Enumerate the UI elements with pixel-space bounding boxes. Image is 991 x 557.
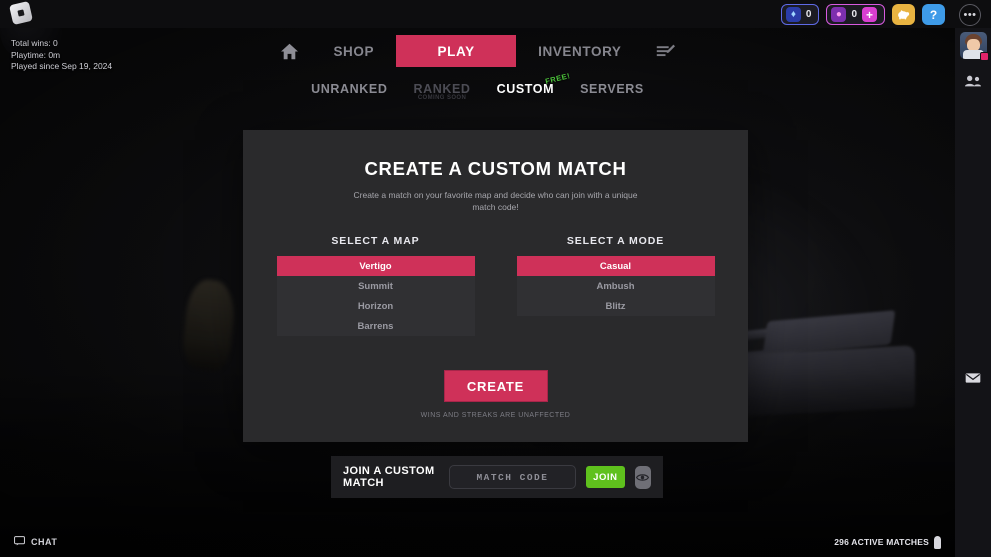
create-note: WINS AND STREAKS ARE UNAFFECTED [420, 412, 571, 419]
mode-option-blitz[interactable]: Blitz [517, 296, 715, 316]
question-mark-icon[interactable]: ? [922, 4, 945, 25]
active-matches-status: 296 ACTIVE MATCHES [834, 535, 941, 549]
subnav-label-servers: SERVERS [580, 82, 644, 96]
chat-button[interactable]: CHAT [14, 536, 57, 548]
main-navigation: SHOP PLAY INVENTORY [0, 28, 955, 74]
add-currency-button[interactable]: + [862, 7, 877, 22]
subnav-label-unranked: UNRANKED [311, 82, 388, 96]
avatar[interactable] [960, 32, 989, 61]
gem-icon: ♦ [785, 7, 801, 22]
selection-columns: SELECT A MAP Vertigo Summit Horizon Barr… [243, 235, 748, 336]
gem-currency-value: 0 [805, 9, 812, 20]
map-option-horizon[interactable]: Horizon [277, 296, 475, 316]
subnav-item-unranked[interactable]: UNRANKED [311, 82, 387, 96]
right-rail [955, 28, 991, 557]
game-screen: ♦ 0 ● 0 + ? ••• Total wins: 0 Playtime: … [0, 0, 991, 557]
map-section-header: SELECT A MAP [331, 235, 420, 247]
roblox-logo-icon[interactable] [9, 1, 33, 25]
piggy-bank-icon[interactable] [892, 4, 915, 25]
map-selection-column: SELECT A MAP Vertigo Summit Horizon Barr… [276, 235, 475, 336]
scene-prop-left [180, 277, 238, 373]
dialog-subtitle: Create a match on your favorite map and … [353, 190, 638, 212]
map-option-barrens[interactable]: Barrens [277, 316, 475, 336]
subnav-item-servers[interactable]: SERVERS [580, 82, 644, 96]
nav-item-play[interactable]: PLAY [396, 35, 517, 67]
friends-icon[interactable] [955, 68, 991, 94]
mode-selection-column: SELECT A MODE Casual Ambush Blitz [516, 235, 715, 336]
sub-navigation: UNRANKED RANKED COMING SOON CUSTOM FREE!… [0, 71, 955, 102]
subnav-label-ranked: RANKED [413, 82, 471, 96]
map-option-summit[interactable]: Summit [277, 276, 475, 296]
gem-currency-pill[interactable]: ♦ 0 [780, 4, 820, 25]
subnav-sublabel-ranked: COMING SOON [417, 95, 467, 101]
dialog-title: CREATE A CUSTOM MATCH [364, 158, 627, 179]
eye-icon[interactable] [634, 465, 651, 489]
subnav-item-ranked[interactable]: RANKED COMING SOON [413, 82, 471, 101]
map-option-list: Vertigo Summit Horizon Barrens [276, 256, 475, 336]
active-matches-label: 296 ACTIVE MATCHES [834, 537, 929, 547]
drop-currency-value: 0 [851, 9, 857, 20]
chat-label: CHAT [31, 537, 58, 547]
subnav-item-custom[interactable]: CUSTOM FREE! [497, 71, 571, 96]
create-custom-match-dialog: CREATE A CUSTOM MATCH Create a match on … [243, 130, 748, 442]
nav-item-shop[interactable]: SHOP [311, 36, 396, 66]
create-button[interactable]: CREATE [443, 370, 548, 402]
map-option-vertigo[interactable]: Vertigo [276, 256, 475, 276]
currency-row: ♦ 0 ● 0 + ? [780, 4, 945, 25]
chat-bubble-icon [14, 536, 25, 548]
drop-icon: ● [831, 7, 847, 22]
join-button[interactable]: JOIN [585, 466, 625, 488]
home-icon[interactable] [267, 34, 311, 68]
mode-option-casual[interactable]: Casual [516, 256, 715, 276]
create-button-wrap: CREATE WINS AND STREAKS ARE UNAFFECTED [243, 370, 748, 419]
mode-section-header: SELECT A MODE [566, 235, 665, 247]
bottom-bar: CHAT 296 ACTIVE MATCHES [0, 527, 955, 557]
drop-currency-pill[interactable]: ● 0 + [826, 4, 885, 25]
edit-list-icon[interactable] [644, 34, 688, 68]
match-code-input[interactable] [448, 465, 576, 489]
envelope-icon[interactable] [955, 365, 991, 391]
person-icon [934, 535, 941, 549]
nav-item-inventory[interactable]: INVENTORY [516, 36, 643, 66]
three-dots-icon[interactable]: ••• [959, 4, 981, 26]
top-bar: ♦ 0 ● 0 + ? ••• [0, 0, 991, 28]
avatar-notification-badge [980, 52, 989, 61]
join-custom-match-bar: JOIN A CUSTOM MATCH JOIN [331, 456, 663, 498]
mode-option-list: Casual Ambush Blitz [516, 256, 715, 316]
join-bar-label: JOIN A CUSTOM MATCH [343, 465, 435, 489]
mode-option-ambush[interactable]: Ambush [517, 276, 715, 296]
